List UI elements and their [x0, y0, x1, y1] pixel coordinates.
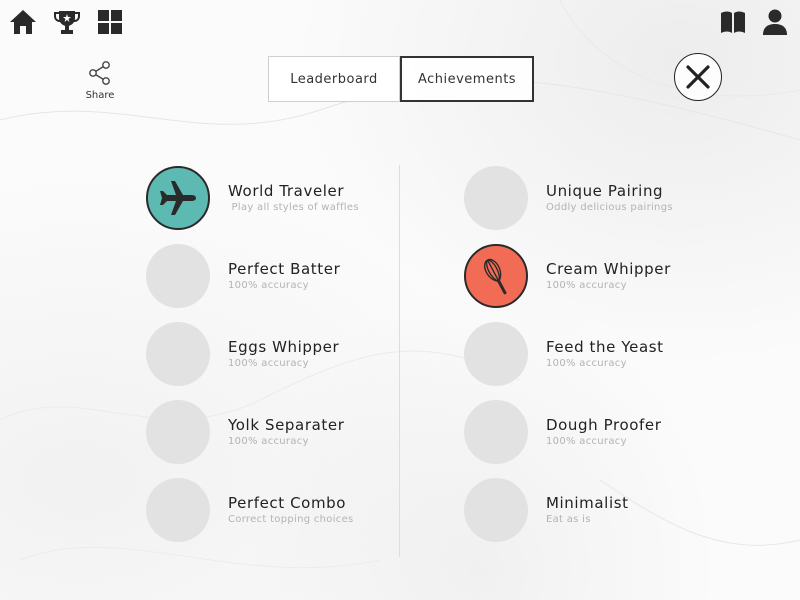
achievement-title: Eggs Whipper [228, 337, 340, 356]
book-icon[interactable] [719, 8, 747, 36]
achievement-world-traveler[interactable]: World Traveler Play all styles of waffle… [146, 165, 406, 231]
achievement-title: Feed the Yeast [546, 337, 664, 356]
achievement-description: Eat as is [546, 513, 591, 525]
achievement-badge-locked [146, 478, 210, 542]
achievement-description: 100% accuracy [546, 279, 627, 291]
achievement-eggs-whipper[interactable]: Eggs Whipper 100% accuracy [146, 321, 406, 387]
achievement-title: Perfect Batter [228, 259, 341, 278]
achievement-description: Oddly delicious pairings [546, 201, 673, 213]
achievement-perfect-combo[interactable]: Perfect Combo Correct topping choices [146, 477, 406, 543]
achievement-description: 100% accuracy [228, 435, 309, 447]
trophy-icon[interactable] [53, 8, 81, 36]
achievement-badge-locked [464, 322, 528, 386]
grid-icon[interactable] [96, 8, 124, 36]
tab-leaderboard[interactable]: Leaderboard [268, 56, 400, 102]
achievement-description: 100% accuracy [228, 279, 309, 291]
achievement-feed-the-yeast[interactable]: Feed the Yeast 100% accuracy [464, 321, 724, 387]
achievement-description: 100% accuracy [546, 357, 627, 369]
achievement-title: World Traveler [228, 181, 345, 200]
achievement-title: Unique Pairing [546, 181, 664, 200]
achievement-description: 100% accuracy [546, 435, 627, 447]
achievement-title: Perfect Combo [228, 493, 347, 512]
achievement-title: Yolk Separater [228, 415, 345, 434]
achievement-description: Play all styles of waffles [228, 201, 359, 213]
achievement-badge-locked [146, 244, 210, 308]
share-icon [89, 61, 110, 85]
share-button[interactable]: Share [80, 60, 120, 101]
achievement-badge-locked [464, 400, 528, 464]
airplane-icon [160, 181, 196, 215]
achievement-title: Minimalist [546, 493, 629, 512]
achievement-description: 100% accuracy [228, 357, 309, 369]
achievement-cream-whipper[interactable]: Cream Whipper 100% accuracy [464, 243, 724, 309]
achievement-title: Cream Whipper [546, 259, 671, 278]
achievement-description: Correct topping choices [228, 513, 354, 525]
close-button[interactable] [674, 53, 722, 101]
tab-achievements[interactable]: Achievements [400, 56, 534, 102]
whisk-icon [483, 258, 507, 295]
achievement-badge [146, 166, 210, 230]
home-icon[interactable] [9, 8, 37, 36]
achievement-minimalist[interactable]: Minimalist Eat as is [464, 477, 724, 543]
share-label: Share [85, 90, 115, 101]
close-icon [686, 65, 710, 89]
achievement-badge-locked [464, 166, 528, 230]
tab-bar: Leaderboard Achievements [268, 56, 534, 102]
achievement-badge [464, 244, 528, 308]
achievement-badge-locked [464, 478, 528, 542]
achievement-unique-pairing[interactable]: Unique Pairing Oddly delicious pairings [464, 165, 724, 231]
achievement-title: Dough Proofer [546, 415, 662, 434]
achievement-badge-locked [146, 322, 210, 386]
profile-icon[interactable] [761, 8, 789, 36]
achievement-dough-proofer[interactable]: Dough Proofer 100% accuracy [464, 399, 724, 465]
achievement-yolk-separater[interactable]: Yolk Separater 100% accuracy [146, 399, 406, 465]
achievement-badge-locked [146, 400, 210, 464]
achievement-perfect-batter[interactable]: Perfect Batter 100% accuracy [146, 243, 406, 309]
